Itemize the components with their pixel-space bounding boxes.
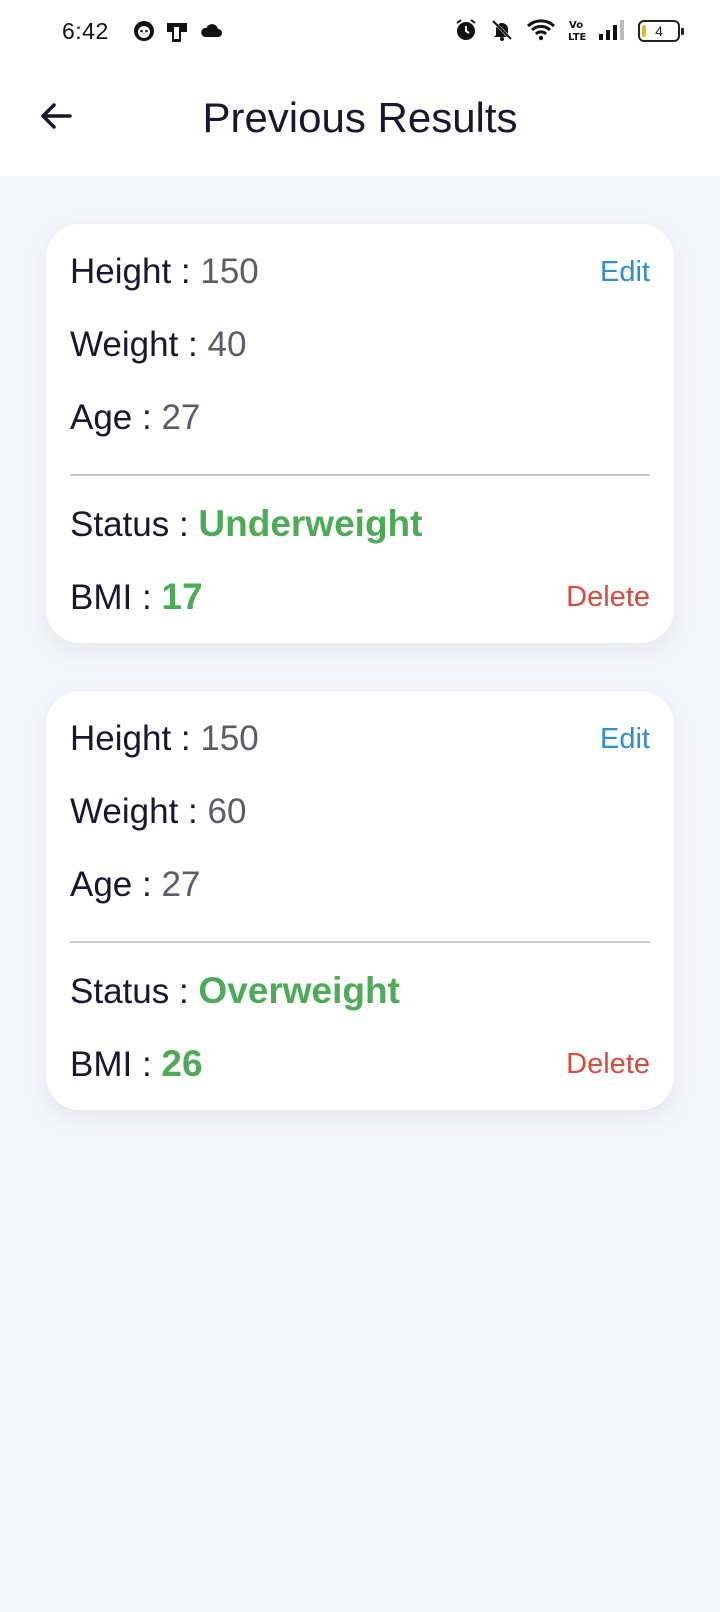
age-value: 27 xyxy=(161,398,201,437)
status-value: Overweight xyxy=(198,970,400,1011)
height-value: 150 xyxy=(200,252,259,291)
status-left-icons xyxy=(133,20,223,46)
age-text: Age : 27 xyxy=(70,865,200,905)
age-row: Age : 27 xyxy=(70,392,650,444)
edit-button[interactable]: Edit xyxy=(600,256,650,289)
bmi-row: BMI : 26 Delete xyxy=(70,1038,650,1090)
status-time: 6:42 xyxy=(62,18,109,44)
bmi-value: 17 xyxy=(161,576,203,617)
weight-text: Weight : 60 xyxy=(70,792,246,832)
results-list: Height : 150 Edit Weight : 40 Age : 27 S… xyxy=(46,224,674,1158)
svg-text:LTE: LTE xyxy=(568,32,586,42)
status-value: Underweight xyxy=(198,503,423,544)
status-label: Status : xyxy=(70,505,199,544)
bmi-text: BMI : 17 xyxy=(70,576,203,618)
bmi-value: 26 xyxy=(161,1043,203,1084)
age-value: 27 xyxy=(161,865,201,904)
divider xyxy=(70,474,650,476)
alarm-icon xyxy=(454,18,478,44)
age-text: Age : 27 xyxy=(70,398,200,438)
bmi-label: BMI : xyxy=(70,578,162,617)
height-label: Height : xyxy=(70,252,201,291)
battery-icon: 4 xyxy=(638,20,684,42)
divider xyxy=(70,941,650,943)
volte-icon: Vo LTE xyxy=(568,18,587,44)
battery-level: 4 xyxy=(655,23,663,39)
edit-button[interactable]: Edit xyxy=(600,723,650,756)
status-label: Status : xyxy=(70,972,199,1011)
height-row: Height : 150 Edit xyxy=(70,713,650,765)
status-row: Status : Underweight xyxy=(70,498,650,550)
wifi-icon xyxy=(526,18,556,44)
sim-card-icon xyxy=(165,20,189,46)
status-text: Status : Underweight xyxy=(70,503,422,545)
result-card: Height : 150 Edit Weight : 60 Age : 27 S… xyxy=(46,691,674,1110)
weight-label: Weight : xyxy=(70,792,208,831)
status-text: Status : Overweight xyxy=(70,970,400,1012)
svg-text:Vo: Vo xyxy=(569,20,583,31)
result-card: Height : 150 Edit Weight : 40 Age : 27 S… xyxy=(46,224,674,643)
height-value: 150 xyxy=(200,719,259,758)
weight-label: Weight : xyxy=(70,325,208,364)
age-label: Age : xyxy=(70,865,162,904)
height-text: Height : 150 xyxy=(70,719,259,759)
age-label: Age : xyxy=(70,398,162,437)
cloud-icon xyxy=(199,20,223,46)
bmi-row: BMI : 17 Delete xyxy=(70,571,650,623)
status-bar: 6:42 Vo LTE 4 xyxy=(0,0,720,66)
delete-button[interactable]: Delete xyxy=(566,581,650,614)
bmi-label: BMI : xyxy=(70,1045,162,1084)
delete-button[interactable]: Delete xyxy=(566,1048,650,1081)
weight-row: Weight : 40 xyxy=(70,319,650,371)
weight-value: 40 xyxy=(207,325,247,364)
page-title: Previous Results xyxy=(202,94,518,141)
height-label: Height : xyxy=(70,719,201,758)
app-bar: Previous Results xyxy=(0,66,720,176)
weight-text: Weight : 40 xyxy=(70,325,246,365)
age-row: Age : 27 xyxy=(70,859,650,911)
height-text: Height : 150 xyxy=(70,252,259,292)
weight-row: Weight : 60 xyxy=(70,786,650,838)
signal-icon xyxy=(598,18,626,44)
bmi-text: BMI : 26 xyxy=(70,1043,203,1085)
height-row: Height : 150 Edit xyxy=(70,246,650,298)
face-notification-icon xyxy=(133,20,155,46)
weight-value: 60 xyxy=(207,792,247,831)
status-right-icons: Vo LTE 4 xyxy=(454,18,684,44)
status-row: Status : Overweight xyxy=(70,965,650,1017)
mute-bell-icon xyxy=(490,18,514,44)
